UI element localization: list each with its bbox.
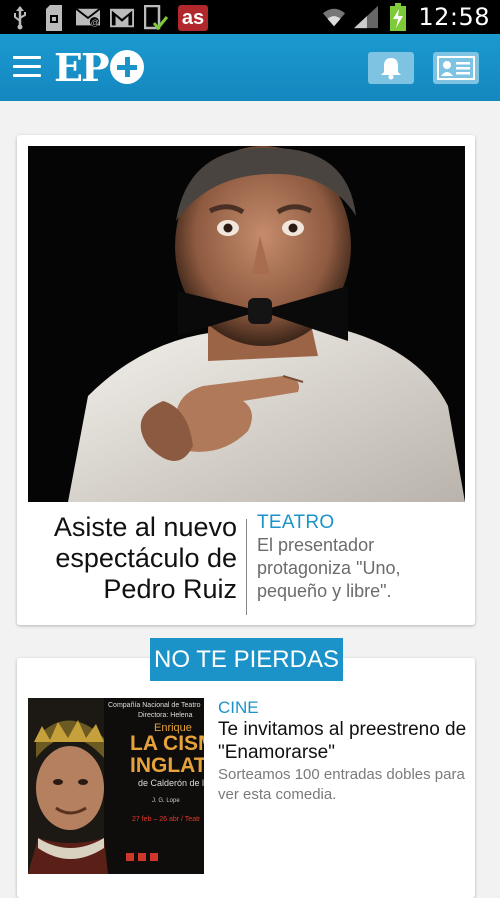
featured-description: El presentador protagoniza "Uno, pequeño… xyxy=(257,535,401,601)
article-poster-image: Compañía Nacional de Teatro Directora: H… xyxy=(28,698,204,874)
email-icon: @ xyxy=(76,6,100,30)
gmail-icon xyxy=(110,6,134,30)
app-logo[interactable]: EP xyxy=(54,44,144,90)
logo-text: EP xyxy=(54,44,110,90)
featured-article-card[interactable]: Asiste al nuevo espectáculo de Pedro Rui… xyxy=(17,135,475,625)
poster-line-credits: J. G. Lope xyxy=(152,798,180,804)
usb-icon xyxy=(8,6,32,30)
article-description: Sorteamos 100 entradas dobles para ver e… xyxy=(218,766,465,803)
poster-line-author: de Calderón de la xyxy=(138,778,204,788)
as-app-icon: as xyxy=(178,5,208,31)
notifications-button[interactable] xyxy=(368,52,414,84)
app-bar: EP xyxy=(0,34,500,101)
signal-icon xyxy=(354,5,379,29)
featured-category: TEATRO xyxy=(257,512,335,533)
poster-line-title1: LA CISMA xyxy=(130,732,204,755)
wifi-icon xyxy=(322,5,346,29)
section-label-badge: NO TE PIERDAS xyxy=(150,638,343,681)
bell-icon xyxy=(381,58,401,80)
status-bar: @ as 12:58 xyxy=(0,0,500,34)
article-headline[interactable]: Te invitamos al preestreno de "Enamorars… xyxy=(218,718,468,764)
download-done-icon xyxy=(144,5,168,31)
menu-icon[interactable] xyxy=(13,56,41,78)
poster-line-company: Compañía Nacional de Teatro xyxy=(108,702,201,709)
sd-card-icon xyxy=(42,5,66,31)
featured-divider xyxy=(246,519,247,615)
poster-line-director: Directora: Helena xyxy=(138,712,193,719)
featured-image xyxy=(28,146,465,502)
status-clock: 12:58 xyxy=(418,3,490,31)
poster-line-title2: INGLATER xyxy=(130,754,204,777)
featured-headline[interactable]: Asiste al nuevo espectáculo de Pedro Rui… xyxy=(31,512,237,605)
svg-text:@: @ xyxy=(91,17,99,27)
profile-card-icon xyxy=(437,56,475,80)
article-category: CINE xyxy=(218,698,259,717)
logo-plus-icon xyxy=(109,50,144,84)
poster-line-dates: 27 feb – 26 abr / Teatr xyxy=(132,816,201,823)
profile-button[interactable] xyxy=(433,52,479,84)
battery-charging-icon xyxy=(386,3,410,31)
article-card[interactable]: Compañía Nacional de Teatro Directora: H… xyxy=(17,658,475,898)
